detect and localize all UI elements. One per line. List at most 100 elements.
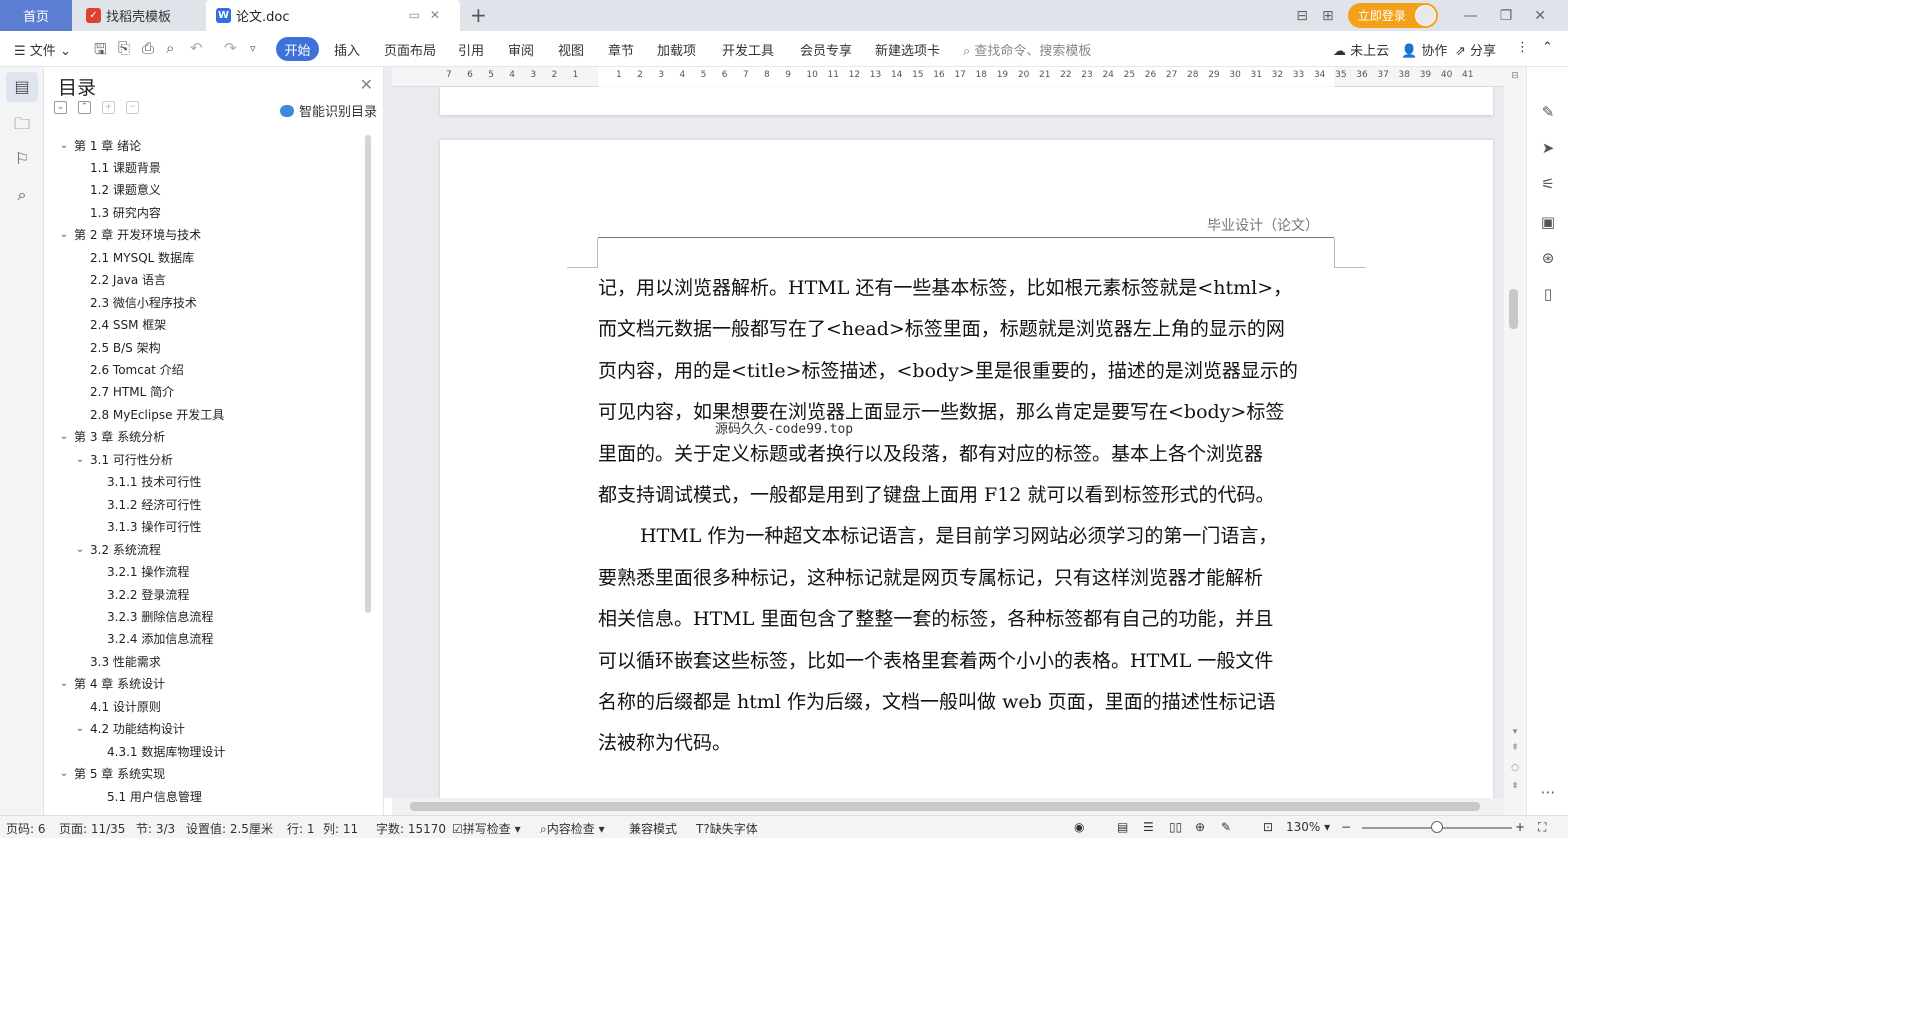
toc-item[interactable]: ⌄ 第 1 章 绪论 [58, 134, 141, 156]
toc-item[interactable]: 3.1.3 操作可行性 [91, 516, 201, 538]
tab-view[interactable]: 视图 [558, 40, 584, 59]
restore-icon[interactable]: ❐ [1500, 8, 1513, 24]
chevron-down-icon[interactable]: ⌄ [58, 431, 70, 442]
tab-references[interactable]: 引用 [458, 40, 484, 59]
read-mode-icon[interactable]: ▯▯ [1169, 820, 1182, 834]
chevron-down-icon[interactable]: ⌄ [74, 544, 86, 555]
book-icon[interactable]: ▯ [1527, 285, 1568, 303]
smart-toc-button[interactable]: 智能识别目录 [279, 101, 377, 120]
horizontal-scrollbar[interactable] [392, 798, 1504, 815]
ruler-toggle-icon[interactable]: ⊟ [1504, 71, 1526, 81]
chevron-down-icon[interactable]: ⌄ [58, 140, 70, 151]
toc-item[interactable]: ⌄ 3.1 可行性分析 [74, 448, 173, 470]
export-icon[interactable]: ⎘ [118, 39, 130, 57]
share-button[interactable]: ⇗ 分享 [1455, 40, 1496, 59]
tab-document[interactable]: W 论文.doc ▭✕ [206, 0, 460, 31]
toc-item[interactable]: 1.2 课题意义 [74, 179, 161, 201]
page-view-icon[interactable]: ▤ [1117, 820, 1128, 834]
document-page[interactable]: 毕业设计（论文） 记，用以浏览器解析。HTML 还有一些基本标签，比如根元素标签… [440, 140, 1493, 820]
toc-item[interactable]: 3.1.1 技术可行性 [91, 471, 201, 493]
tab-page-layout[interactable]: 页面布局 [384, 40, 436, 59]
tab-template-store[interactable]: ✓ 找稻壳模板 [74, 0, 206, 31]
browse-object-icon[interactable]: ○ [1504, 763, 1526, 773]
chevron-down-icon[interactable]: ⌄ [74, 454, 86, 465]
collapse-ribbon-icon[interactable]: ⌃ [1542, 40, 1553, 55]
toc-item[interactable]: ⌄ 第 2 章 开发环境与技术 [58, 224, 201, 246]
minimize-icon[interactable]: — [1464, 8, 1478, 24]
command-search[interactable]: ⌕ 查找命令、搜索模板 [963, 40, 1091, 59]
tab-review[interactable]: 审阅 [508, 40, 534, 59]
chevron-down-icon[interactable]: ⌄ [58, 768, 70, 779]
tab-insert[interactable]: 插入 [334, 40, 360, 59]
pen-icon[interactable]: ✎ [1527, 103, 1568, 121]
fit-page-icon[interactable]: ⊡ [1263, 820, 1273, 834]
close-window-icon[interactable]: ✕ [1534, 8, 1546, 24]
quick-access-dropdown-icon[interactable]: ▿ [250, 42, 256, 55]
toc-item[interactable]: 2.5 B/S 架构 [74, 336, 161, 358]
collapse-all-icon[interactable]: ⌃ [78, 101, 91, 114]
toc-item[interactable]: 3.1.2 经济可行性 [91, 493, 201, 515]
eye-protection-icon[interactable]: ◉ [1074, 820, 1084, 834]
apps-grid-icon[interactable]: ⊞ [1322, 8, 1334, 24]
select-cursor-icon[interactable]: ➤ [1527, 139, 1568, 157]
write-mode-icon[interactable]: ✎ [1221, 820, 1231, 834]
chevron-down-icon[interactable]: ⌄ [58, 229, 70, 240]
bookmark-icon[interactable]: ⚐ [0, 149, 44, 168]
zoom-in-icon[interactable]: + [1515, 820, 1525, 834]
find-icon[interactable]: ⌕ [0, 185, 44, 205]
compass-icon[interactable]: ⊛ [1527, 249, 1568, 267]
scroll-down-arrow-icon[interactable]: ▾ [1504, 727, 1526, 737]
outline-view-icon[interactable]: ☰ [1143, 820, 1154, 834]
prev-page-icon[interactable]: ⇞ [1504, 743, 1526, 753]
toc-close-icon[interactable]: ✕ [360, 75, 373, 94]
toc-panel-icon[interactable]: ▤ [0, 77, 44, 96]
toc-item[interactable]: 3.3 性能需求 [74, 650, 161, 672]
horizontal-scroll-thumb[interactable] [410, 802, 1480, 811]
toc-item[interactable]: 3.2.3 删除信息流程 [91, 605, 213, 627]
spell-check-button[interactable]: ☑拼写检查 ▾ [452, 820, 521, 837]
tab-member[interactable]: 会员专享 [800, 40, 852, 59]
zoom-out-icon[interactable]: − [1341, 820, 1351, 834]
horizontal-ruler[interactable]: 7 6 5 4 3 2 1 1 2 3 4 5 6 7 8 9 10 11 12 13 14 15 16 17 18 19 20 21… [392, 67, 1504, 87]
expand-all-icon[interactable]: ⌄ [54, 101, 67, 114]
preview-icon[interactable]: ⌕ [166, 39, 174, 57]
save-icon[interactable]: 🖫 [94, 39, 107, 64]
tab-addins[interactable]: 加载项 [657, 40, 696, 59]
vertical-scroll-thumb[interactable] [1509, 289, 1518, 329]
toc-item[interactable]: 3.2.4 添加信息流程 [91, 628, 213, 650]
toc-item[interactable]: 2.2 Java 语言 [74, 269, 166, 291]
login-button[interactable]: 立即登录 [1347, 3, 1438, 28]
undo-icon[interactable]: ↶ [190, 39, 203, 57]
file-menu[interactable]: ☰ 文件 ⌄ [14, 40, 71, 59]
next-page-icon[interactable]: ⇟ [1504, 781, 1526, 791]
toc-item[interactable]: 4.3.1 数据库物理设计 [91, 740, 225, 762]
toc-item[interactable]: 2.1 MYSQL 数据库 [74, 246, 194, 268]
tab-new-tab[interactable]: 新建选项卡 [875, 40, 940, 59]
fullscreen-icon[interactable]: ⛶ [1538, 820, 1546, 835]
tab-start[interactable]: 开始 [276, 37, 319, 61]
layout-switch-icon[interactable]: ⊟ [1296, 8, 1308, 24]
tab-home[interactable]: 首页 [0, 0, 72, 31]
tab-close-icon[interactable]: ▭✕ [409, 8, 450, 22]
toc-item[interactable]: ⌄ 3.2 系统流程 [74, 538, 161, 560]
toc-item[interactable]: 2.8 MyEclipse 开发工具 [74, 403, 224, 425]
toc-item[interactable]: 2.4 SSM 框架 [74, 314, 166, 336]
toc-item[interactable]: 1.1 课题背景 [74, 156, 161, 178]
toc-item[interactable]: 5.1 用户信息管理 [91, 785, 202, 807]
zoom-slider-knob[interactable] [1431, 821, 1443, 833]
toc-item[interactable]: ⌄ 第 4 章 系统设计 [58, 673, 165, 695]
toc-item[interactable]: 2.6 Tomcat 介绍 [74, 359, 184, 381]
tab-chapter[interactable]: 章节 [608, 40, 634, 59]
collaborate-button[interactable]: 👤 协作 [1401, 40, 1447, 59]
toc-item[interactable]: 3.2.2 登录流程 [91, 583, 189, 605]
tab-developer[interactable]: 开发工具 [722, 40, 774, 59]
web-view-icon[interactable]: ⊕ [1195, 820, 1205, 834]
chevron-down-icon[interactable]: ⌄ [58, 678, 70, 689]
print-icon[interactable]: ⎙ [142, 39, 154, 57]
chevron-down-icon[interactable]: ⌄ [74, 723, 86, 734]
toc-item[interactable]: ⌄ 第 3 章 系统分析 [58, 426, 165, 448]
toc-item[interactable]: 3.2.1 操作流程 [91, 561, 189, 583]
navigation-icon[interactable]: 🗀 [0, 113, 44, 140]
toc-scrollbar[interactable] [365, 135, 371, 613]
add-heading-icon[interactable]: + [102, 101, 115, 114]
